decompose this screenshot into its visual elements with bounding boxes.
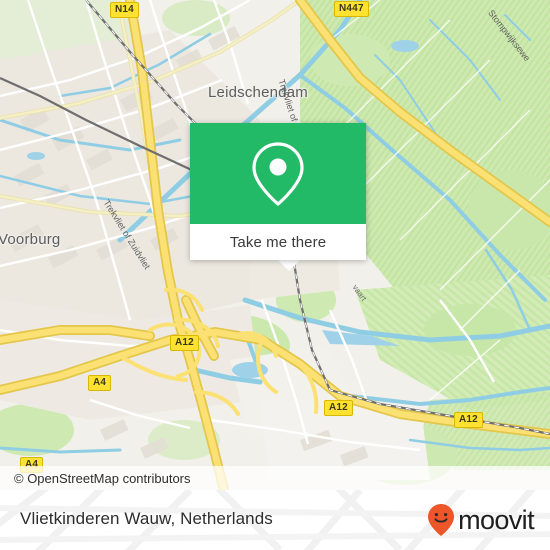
road-shield-a4-mid: A4: [88, 375, 112, 391]
location-pin-icon: [252, 141, 304, 206]
moovit-location-card-screenshot: Leidschendam Voorburg Trekvliet of Zuidv…: [0, 0, 550, 550]
road-shield-n14: N14: [110, 2, 139, 18]
card-image-area: [190, 123, 366, 224]
location-title: Vlietkinderen Wauw, Netherlands: [20, 509, 273, 528]
map-attribution-bar: © OpenStreetMap contributors: [0, 466, 550, 490]
road-shield-a12-east: A12: [454, 412, 483, 428]
map-canvas[interactable]: Leidschendam Voorburg Trekvliet of Zuidv…: [0, 0, 550, 490]
take-me-there-label: Take me there: [229, 233, 327, 251]
osm-attribution-text[interactable]: © OpenStreetMap contributors: [0, 471, 191, 486]
card-pointer-tail: [278, 260, 300, 271]
footer-bar: Vlietkinderen Wauw, Netherlands moovit: [0, 490, 550, 550]
moovit-pin-smile-icon: [428, 504, 455, 536]
road-shield-a12-center: A12: [324, 400, 353, 416]
take-me-there-button[interactable]: Take me there: [190, 224, 366, 260]
location-info-card[interactable]: Take me there: [190, 123, 366, 260]
moovit-wordmark: moovit: [458, 505, 535, 535]
road-shield-a12-north: A12: [170, 335, 199, 351]
moovit-logo[interactable]: moovit: [426, 504, 535, 536]
road-shield-n447: N447: [334, 1, 369, 17]
